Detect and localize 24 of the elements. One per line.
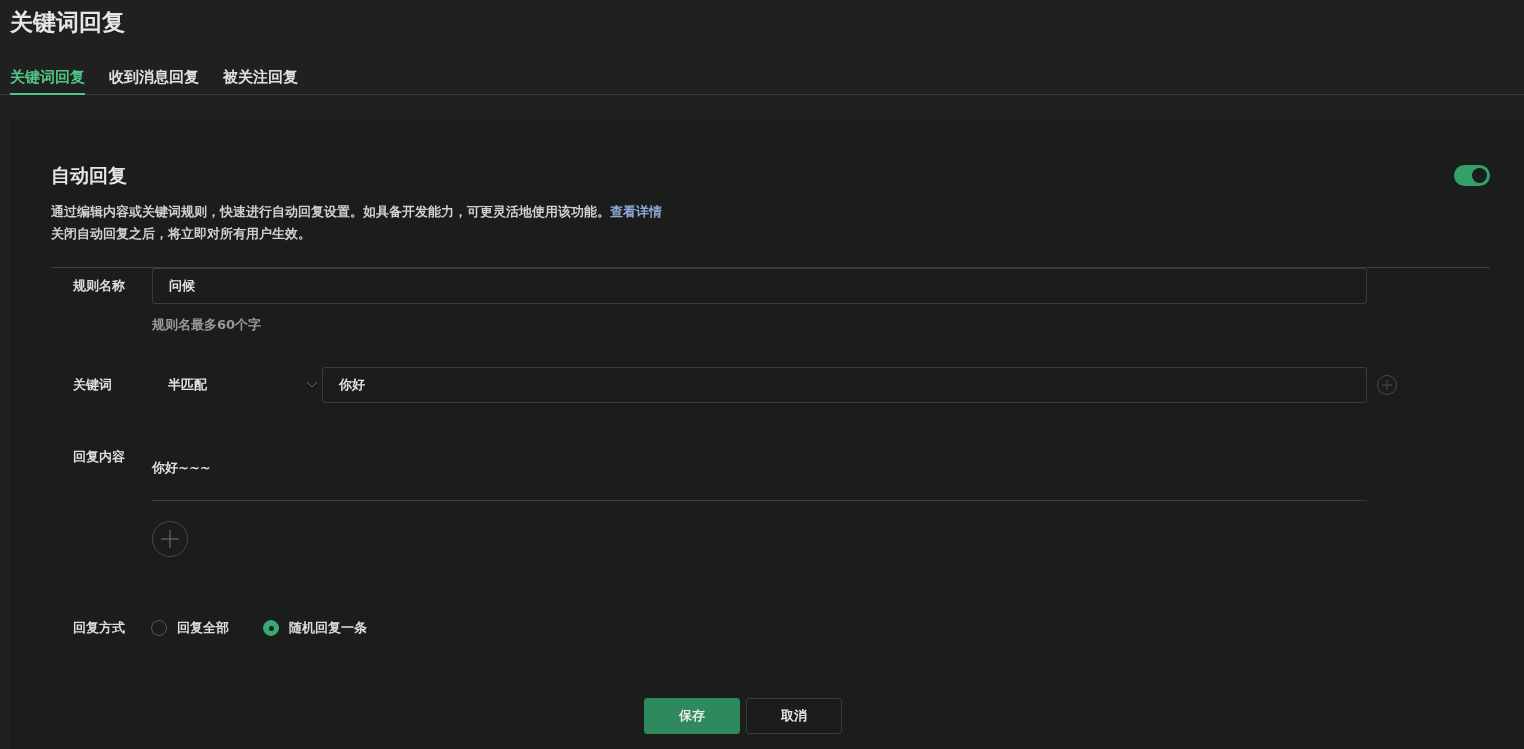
field-label: 回复方式 <box>72 619 125 637</box>
radio-option[interactable]: 回复全部 <box>151 619 229 637</box>
match-select[interactable]: 半匹配 <box>152 367 322 403</box>
field-label: 关键词 <box>72 376 112 394</box>
add-icon[interactable] <box>1377 375 1397 395</box>
input-field[interactable]: 你好 <box>322 367 1367 403</box>
cancel-button[interactable]: 取消 <box>746 698 842 734</box>
hint-text: 规则名最多60个字 <box>152 316 262 334</box>
reply-content-field[interactable]: 你好~~~ <box>152 439 1367 501</box>
field-label: 回复内容 <box>72 448 125 466</box>
toggle-switch[interactable] <box>1454 165 1490 186</box>
tab[interactable]: 收到消息回复 <box>109 68 199 95</box>
add-icon[interactable] <box>152 521 188 557</box>
tab[interactable]: 关键词回复 <box>10 68 85 95</box>
tab[interactable]: 被关注回复 <box>223 68 298 95</box>
radio-option[interactable]: 随机回复一条 <box>263 619 367 637</box>
section-title: 自动回复 <box>51 163 127 188</box>
field-label: 规则名称 <box>72 277 125 295</box>
input-field[interactable]: 问候 <box>152 268 1367 304</box>
page-title: 关键词回复 <box>9 8 126 37</box>
chevron-down-icon <box>306 381 318 389</box>
note-text: 关闭自动回复之后，将立即对所有用户生效。 <box>51 225 312 243</box>
description-text: 通过编辑内容或关键词规则，快速进行自动回复设置。如具备开发能力，可更灵活地使用该功能。查看详情 <box>51 203 663 221</box>
details-link[interactable]: 查看详情 <box>610 204 662 219</box>
